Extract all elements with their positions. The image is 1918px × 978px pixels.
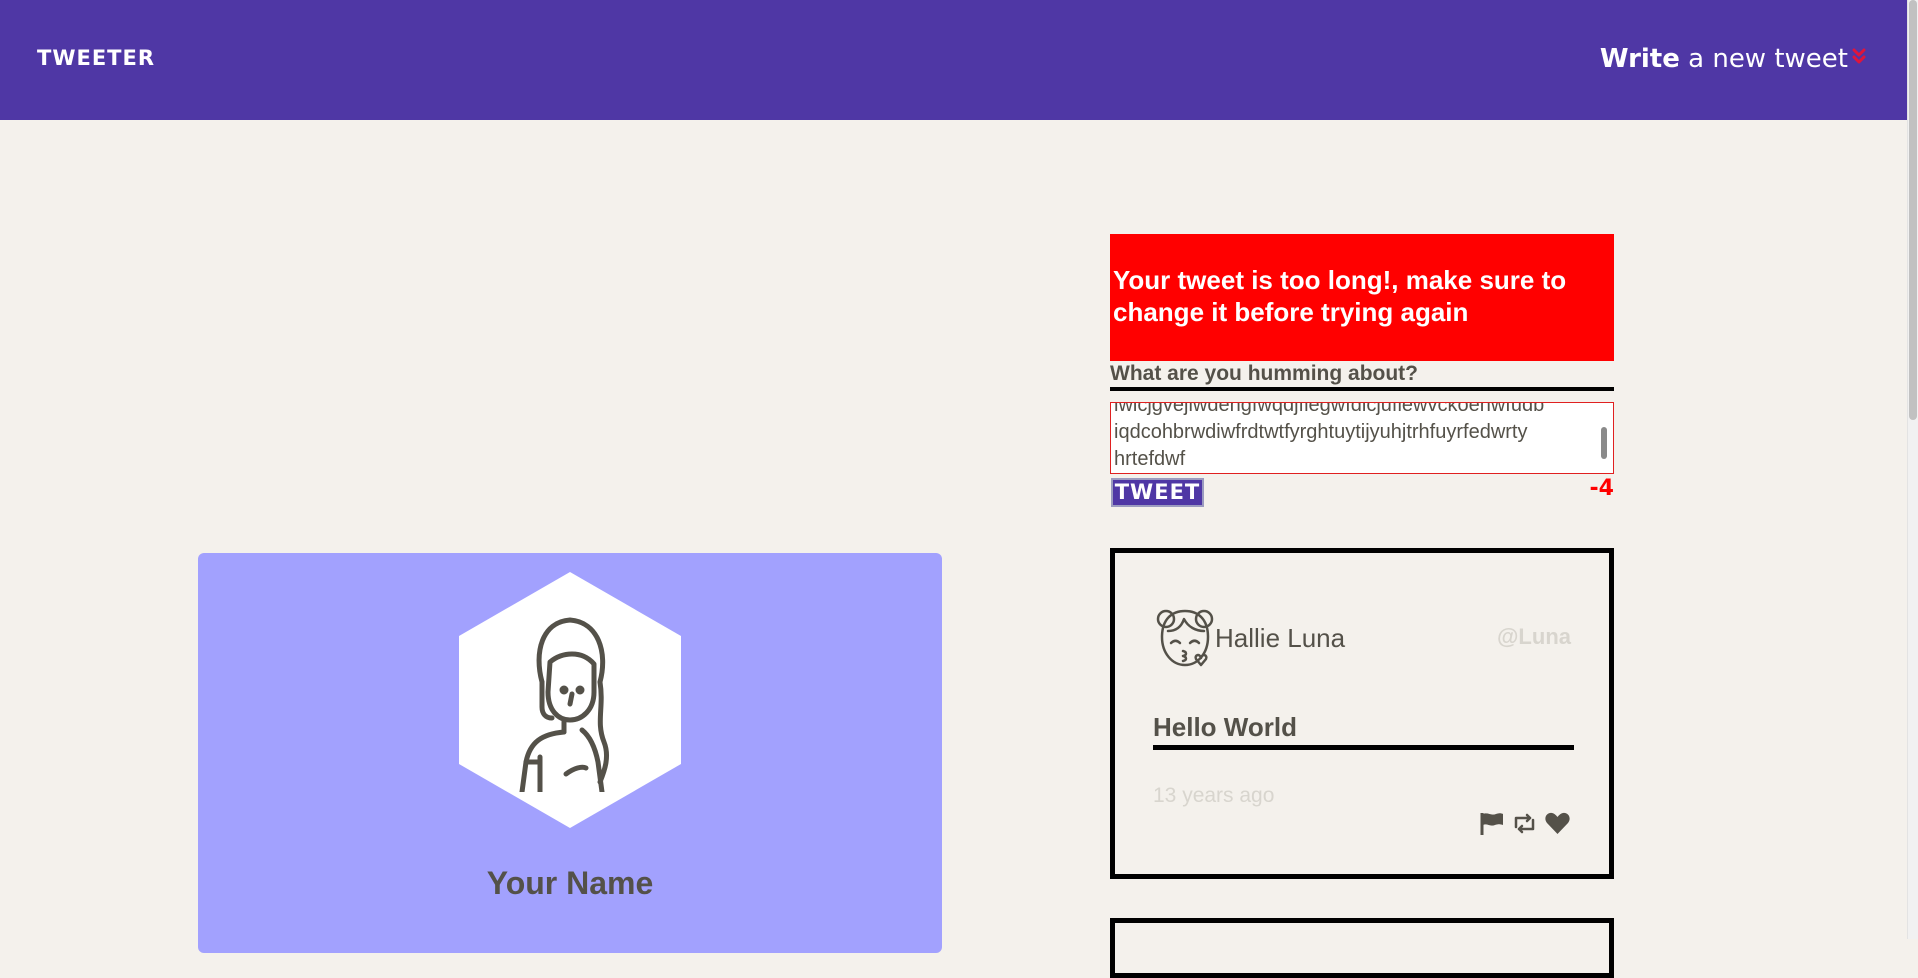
- retweet-icon[interactable]: [1511, 811, 1538, 836]
- flag-icon[interactable]: [1478, 811, 1505, 836]
- tweet-timestamp: 13 years ago: [1153, 784, 1275, 807]
- tweet-author-handle: @Luna: [1496, 624, 1571, 649]
- tweet-author-name: Hallie Luna: [1215, 623, 1346, 653]
- write-new-tweet-toggle[interactable]: Write a new tweet: [1600, 44, 1866, 74]
- tweet-card: Hallie Luna @Luna Hello World 13 years a…: [1110, 548, 1614, 879]
- avatar-hexagon: [459, 572, 681, 828]
- tweet-text: Hello World: [1153, 712, 1574, 750]
- compose-label: What are you humming about?: [1110, 362, 1614, 391]
- write-label-strong: Write: [1599, 44, 1680, 74]
- write-label-rest: a new tweet: [1679, 44, 1848, 74]
- double-chevron-down-icon: [1852, 48, 1866, 71]
- error-banner: Your tweet is too long!, make sure to ch…: [1110, 234, 1614, 361]
- top-nav: TWEETER Write a new tweet: [0, 0, 1908, 120]
- tweet-submit-button[interactable]: TWEET: [1111, 478, 1204, 507]
- tweet-card-next: [1110, 918, 1614, 978]
- character-counter: -4: [1589, 476, 1614, 501]
- profile-card: Your Name: [198, 553, 942, 953]
- woman-avatar-icon: [519, 617, 609, 792]
- page-scrollbar-thumb[interactable]: [1909, 0, 1917, 420]
- heart-icon[interactable]: [1544, 811, 1571, 836]
- girl-kiss-avatar-icon: [1156, 609, 1214, 667]
- tweet-actions: [1478, 811, 1571, 836]
- page-scrollbar[interactable]: [1907, 0, 1918, 939]
- profile-name: Your Name: [486, 865, 654, 901]
- tweet-textarea[interactable]: lwicjgvejlwdengfwqdjflegwfdicjuflewvckoe…: [1110, 402, 1614, 474]
- textarea-scrollbar-thumb[interactable]: [1601, 427, 1607, 459]
- brand-logo[interactable]: TWEETER: [37, 46, 155, 70]
